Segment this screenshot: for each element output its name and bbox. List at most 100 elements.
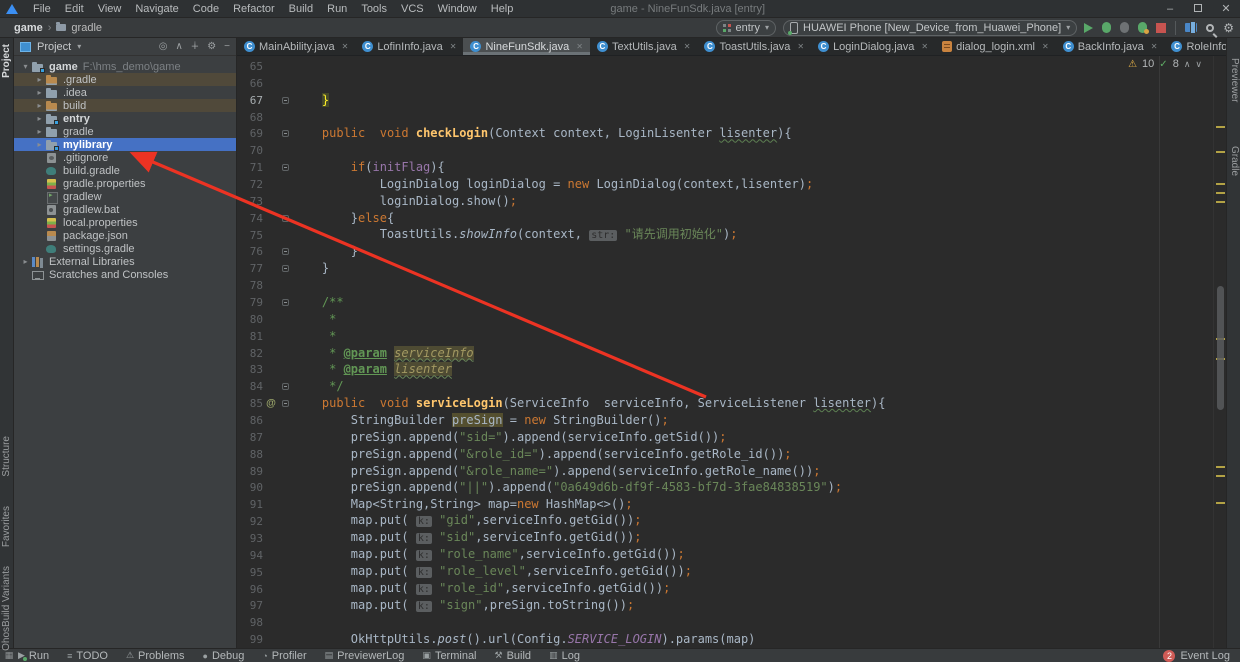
- tree-item-mylibrary[interactable]: ▸ mylibrary: [14, 138, 236, 151]
- tree-item-gradle-properties[interactable]: gradle.properties: [14, 177, 236, 190]
- tab-ninefunsdk-java[interactable]: C NineFunSdk.java ✕: [463, 38, 590, 55]
- code-line-65[interactable]: 65: [237, 58, 1226, 75]
- code-line-96[interactable]: 96 map.put( k: "role_id",serviceInfo.get…: [237, 581, 1226, 598]
- code-line-82[interactable]: 82 * @param serviceInfo: [237, 345, 1226, 362]
- line-number[interactable]: 73: [237, 195, 265, 208]
- expand-all-icon[interactable]: ∧: [175, 41, 182, 52]
- menu-refactor[interactable]: Refactor: [226, 3, 282, 15]
- tree-toggle-icon[interactable]: ▾: [20, 62, 31, 71]
- line-number[interactable]: 74: [237, 212, 265, 225]
- line-number[interactable]: 89: [237, 465, 265, 478]
- tree-toggle-icon[interactable]: ▸: [34, 101, 45, 110]
- line-number[interactable]: 77: [237, 262, 265, 275]
- prev-issue-icon[interactable]: ∧: [1184, 59, 1191, 70]
- line-number[interactable]: 98: [237, 616, 265, 629]
- run-button[interactable]: [1084, 22, 1094, 33]
- close-tab-icon[interactable]: ✕: [684, 42, 691, 51]
- fold-marker-icon[interactable]: [277, 164, 293, 172]
- code-line-99[interactable]: 99 OkHttpUtils.post().url(Config.SERVICE…: [237, 631, 1226, 648]
- line-number[interactable]: 95: [237, 566, 265, 579]
- close-tab-icon[interactable]: ✕: [450, 42, 457, 51]
- tab-toastutils-java[interactable]: C ToastUtils.java ✕: [697, 38, 811, 55]
- toolwindow-gradle[interactable]: Gradle: [1229, 146, 1240, 176]
- line-number[interactable]: 87: [237, 431, 265, 444]
- close-tab-icon[interactable]: ✕: [576, 42, 583, 51]
- line-number[interactable]: 71: [237, 161, 265, 174]
- statusbar-terminal[interactable]: ▣ Terminal: [422, 650, 476, 662]
- code-line-72[interactable]: 72 LoginDialog loginDialog = new LoginDi…: [237, 176, 1226, 193]
- line-number[interactable]: 75: [237, 229, 265, 242]
- code-line-86[interactable]: 86 StringBuilder preSign = new StringBui…: [237, 412, 1226, 429]
- tree-item-entry[interactable]: ▸ entry: [14, 112, 236, 125]
- fold-marker-icon[interactable]: [277, 265, 293, 273]
- line-number[interactable]: 97: [237, 599, 265, 612]
- statusbar-profiler[interactable]: ◔ Profiler: [262, 650, 306, 662]
- device-file-explorer-icon[interactable]: [1185, 21, 1198, 34]
- menu-code[interactable]: Code: [186, 3, 226, 15]
- toolwindow-previewer[interactable]: Previewer: [1229, 58, 1240, 102]
- statusbar-problems[interactable]: ⚠ Problems: [126, 650, 185, 662]
- menu-tools[interactable]: Tools: [354, 3, 394, 15]
- tab-lofininfo-java[interactable]: C LofinInfo.java ✕: [355, 38, 463, 55]
- line-number[interactable]: 81: [237, 330, 265, 343]
- line-number[interactable]: 86: [237, 414, 265, 427]
- menu-file[interactable]: File: [26, 3, 58, 15]
- code-line-92[interactable]: 92 map.put( k: "gid",serviceInfo.getGid(…: [237, 513, 1226, 530]
- menu-help[interactable]: Help: [484, 3, 521, 15]
- code-line-95[interactable]: 95 map.put( k: "role_level",serviceInfo.…: [237, 564, 1226, 581]
- next-issue-icon[interactable]: ∨: [1195, 59, 1202, 70]
- menu-run[interactable]: Run: [320, 3, 354, 15]
- code-line-80[interactable]: 80 *: [237, 311, 1226, 328]
- tree-toggle-icon[interactable]: ▸: [34, 75, 45, 84]
- inspection-widget[interactable]: ⚠ 10 ✓ 8 ∧ ∨: [1128, 58, 1202, 70]
- fold-marker-icon[interactable]: [277, 400, 293, 408]
- line-number[interactable]: 82: [237, 347, 265, 360]
- code-line-66[interactable]: 66: [237, 75, 1226, 92]
- stop-button[interactable]: [1156, 22, 1167, 33]
- tree-item-gradlew-bat[interactable]: gradlew.bat: [14, 203, 236, 216]
- tree-item-external-libraries[interactable]: ▸ External Libraries: [14, 255, 236, 268]
- minimize-icon[interactable]: –: [1156, 3, 1184, 15]
- error-stripe-scrollbar[interactable]: [1213, 56, 1226, 648]
- code-line-84[interactable]: 84 */: [237, 378, 1226, 395]
- code-line-69[interactable]: 69 public void checkLogin(Context contex…: [237, 125, 1226, 142]
- tree-item-gradlew[interactable]: gradlew: [14, 190, 236, 204]
- gear-icon[interactable]: ⚙: [207, 41, 216, 52]
- line-number[interactable]: 83: [237, 363, 265, 376]
- line-number[interactable]: 90: [237, 481, 265, 494]
- tab-textutils-java[interactable]: C TextUtils.java ✕: [590, 38, 698, 55]
- tree-toggle-icon[interactable]: ▸: [34, 140, 45, 149]
- tree-toggle-icon[interactable]: ▸: [34, 88, 45, 97]
- close-tab-icon[interactable]: ✕: [1042, 42, 1049, 51]
- line-number[interactable]: 93: [237, 532, 265, 545]
- code-line-77[interactable]: 77 }: [237, 260, 1226, 277]
- tree-item-local-properties[interactable]: local.properties: [14, 216, 236, 229]
- debug-button[interactable]: [1102, 22, 1112, 33]
- fold-marker-icon[interactable]: [277, 248, 293, 256]
- line-number[interactable]: 76: [237, 245, 265, 258]
- breadcrumb-child[interactable]: gradle: [71, 22, 102, 34]
- line-number[interactable]: 78: [237, 279, 265, 292]
- fold-marker-icon[interactable]: [277, 96, 293, 104]
- code-line-79[interactable]: 79 /**: [237, 294, 1226, 311]
- run-config-selector[interactable]: entry ▾: [715, 19, 776, 36]
- line-number[interactable]: 92: [237, 515, 265, 528]
- attach-debugger-icon[interactable]: [1120, 22, 1130, 33]
- code-line-73[interactable]: 73 loginDialog.show();: [237, 193, 1226, 210]
- tab-logindialog-java[interactable]: C LoginDialog.java ✕: [811, 38, 935, 55]
- code-line-75[interactable]: 75 ToastUtils.showInfo(context, str: "请先…: [237, 227, 1226, 244]
- statusbar-run[interactable]: ▶ Run: [18, 650, 49, 662]
- close-tab-icon[interactable]: ✕: [921, 42, 928, 51]
- menu-vcs[interactable]: VCS: [394, 3, 431, 15]
- tab-backinfo-java[interactable]: C BackInfo.java ✕: [1056, 38, 1165, 55]
- hide-panel-icon[interactable]: −: [224, 41, 230, 52]
- code-line-93[interactable]: 93 map.put( k: "sid",serviceInfo.getGid(…: [237, 530, 1226, 547]
- code-line-97[interactable]: 97 map.put( k: "sign",preSign.toString()…: [237, 598, 1226, 615]
- tree-item-package-json[interactable]: package.json: [14, 229, 236, 242]
- toolwindow-structure[interactable]: Structure: [1, 436, 12, 477]
- tree-item-scratches-and-consoles[interactable]: Scratches and Consoles: [14, 268, 236, 281]
- code-line-76[interactable]: 76 }: [237, 243, 1226, 260]
- tree-toggle-icon[interactable]: ▸: [34, 114, 45, 123]
- tree-toggle-icon[interactable]: ▸: [34, 127, 45, 136]
- collapse-all-icon[interactable]: ∔: [191, 41, 199, 52]
